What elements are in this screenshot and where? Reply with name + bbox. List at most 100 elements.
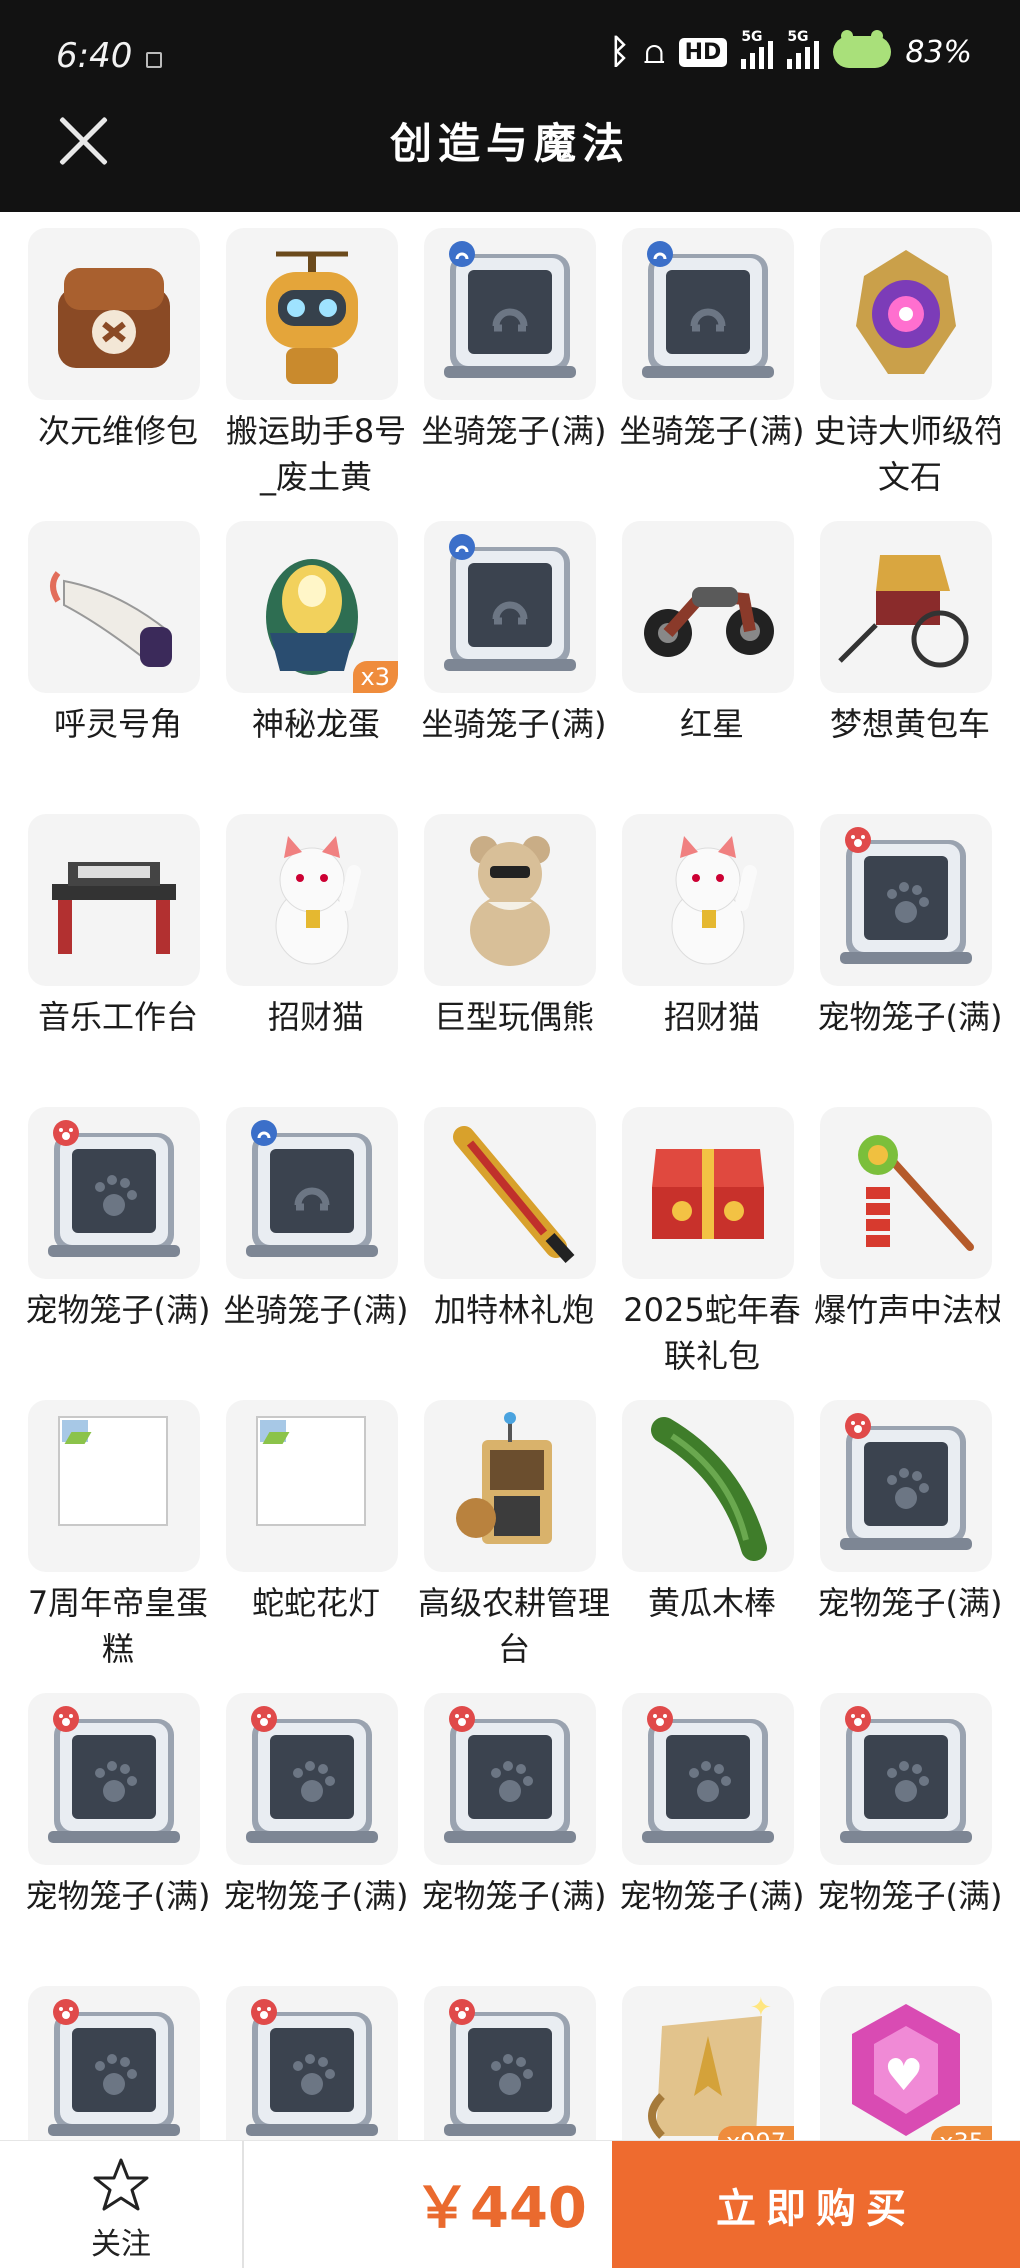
item-name: 坐骑笼子(满) xyxy=(421,705,607,743)
music-desk-icon xyxy=(28,814,200,986)
item-card[interactable]: 招财猫 xyxy=(614,798,812,1091)
item-card[interactable]: 招财猫 xyxy=(218,798,416,1091)
item-name: 宠物笼子(满) xyxy=(817,998,1001,1036)
pet-cage-icon xyxy=(820,1693,992,1865)
item-name: 招财猫 xyxy=(267,998,364,1036)
item-card[interactable]: 宠物笼子(满) xyxy=(812,1384,1000,1677)
item-card[interactable]: 爆竹声中法杖 xyxy=(812,1091,1000,1384)
item-card[interactable]: 坐骑笼子(满) xyxy=(416,212,614,505)
status-time: 6:40 xyxy=(56,36,133,76)
gift-box-icon xyxy=(622,1107,794,1279)
item-name: 招财猫 xyxy=(663,998,760,1036)
item-name: 坐骑笼子(满) xyxy=(421,412,607,450)
pet-cage-icon xyxy=(820,1400,992,1572)
pet-cage-icon xyxy=(424,1693,596,1865)
item-name: 蛇蛇花灯 xyxy=(251,1584,380,1622)
mount-cage-icon xyxy=(622,228,794,400)
item-card[interactable] xyxy=(416,1970,614,2140)
pet-cage-icon xyxy=(226,1986,398,2140)
quantity-badge: x3 xyxy=(352,661,398,693)
rickshaw-icon xyxy=(820,521,992,693)
item-name: 7周年帝皇蛋糕 xyxy=(27,1584,209,1668)
top-bar: 6:40 ᛒ ⩍ HD 5G 5G 83% 创造与魔法 xyxy=(0,0,1020,212)
item-card[interactable]: 搬运助手8号_废土黄 xyxy=(218,212,416,505)
net-label-2: 5G xyxy=(787,29,809,45)
broken-image-icon xyxy=(226,1400,398,1572)
salute-cannon-icon xyxy=(424,1107,596,1279)
pet-cage-icon xyxy=(424,1986,596,2140)
divider xyxy=(242,2141,244,2268)
item-name: 黄瓜木棒 xyxy=(647,1584,776,1622)
item-name: 史诗大师级符文石 xyxy=(813,412,1000,496)
item-card[interactable]: 音乐工作台 xyxy=(20,798,218,1091)
item-card[interactable]: 黄瓜木棒 xyxy=(614,1384,812,1677)
farm-console-icon xyxy=(424,1400,596,1572)
item-grid: 次元维修包 搬运助手8号_废土黄 坐骑笼子(满) 坐骑笼子(满) 史诗大师级符文石 呼灵号… xyxy=(20,212,1000,2140)
earbuds-icon: ⩍ xyxy=(643,32,665,71)
repair-bag-icon xyxy=(28,228,200,400)
item-name: 加特林礼炮 xyxy=(433,1291,594,1329)
dragon-egg-icon: x3 xyxy=(226,521,398,693)
mount-cage-icon xyxy=(424,521,596,693)
item-card[interactable]: 呼灵号角 xyxy=(20,505,218,798)
item-card[interactable]: 高级农耕管理台 xyxy=(416,1384,614,1677)
item-card[interactable]: 宠物笼子(满) xyxy=(416,1677,614,1970)
item-card[interactable]: 加特林礼炮 xyxy=(416,1091,614,1384)
item-card[interactable]: 次元维修包 xyxy=(20,212,218,505)
horn-icon xyxy=(28,521,200,693)
item-card[interactable] xyxy=(218,1970,416,2140)
item-card[interactable]: 梦想黄包车 xyxy=(812,505,1000,798)
item-name: 巨型玩偶熊 xyxy=(433,998,594,1036)
item-name: 宠物笼子(满) xyxy=(25,1877,211,1915)
rune-stone-icon xyxy=(820,228,992,400)
signal-icon-2: 5G xyxy=(787,29,820,69)
item-name: 神秘龙蛋 xyxy=(251,705,380,743)
item-card[interactable]: 宠物笼子(满) xyxy=(20,1091,218,1384)
net-label: 5G xyxy=(741,29,763,45)
item-name: 呼灵号角 xyxy=(53,705,182,743)
item-name: 爆竹声中法杖 xyxy=(813,1291,1000,1329)
pet-cage-icon xyxy=(28,1107,200,1279)
item-card[interactable]: 宠物笼子(满) xyxy=(812,798,1000,1091)
item-card[interactable]: 宠物笼子(满) xyxy=(20,1677,218,1970)
gem-icon: ♥ x35 xyxy=(820,1986,992,2140)
pet-cage-icon xyxy=(622,1693,794,1865)
item-card[interactable]: 红星 xyxy=(614,505,812,798)
broken-image-icon xyxy=(28,1400,200,1572)
item-card[interactable]: 史诗大师级符文石 xyxy=(812,212,1000,505)
item-card[interactable]: ♥ x35 xyxy=(812,1970,1000,2140)
item-card[interactable]: 宠物笼子(满) xyxy=(812,1677,1000,1970)
item-name: 音乐工作台 xyxy=(37,998,198,1036)
svg-text:♥: ♥ xyxy=(884,2050,923,2101)
lucky-cat-icon xyxy=(622,814,794,986)
pet-cage-icon xyxy=(820,814,992,986)
item-card[interactable]: 宠物笼子(满) xyxy=(614,1677,812,1970)
quantity-badge: x35 xyxy=(931,2126,992,2140)
cucumber-icon xyxy=(622,1400,794,1572)
item-name: 宠物笼子(满) xyxy=(619,1877,805,1915)
motorcycle-icon xyxy=(622,521,794,693)
item-card[interactable]: 宠物笼子(满) xyxy=(218,1677,416,1970)
item-name: 高级农耕管理台 xyxy=(417,1584,610,1668)
item-name: 次元维修包 xyxy=(37,412,198,450)
item-card[interactable]: 2025蛇年春联礼包 xyxy=(614,1091,812,1384)
item-card[interactable]: 7周年帝皇蛋糕 xyxy=(20,1384,218,1677)
item-card[interactable]: 巨型玩偶熊 xyxy=(416,798,614,1091)
item-card[interactable]: ✦ x997 xyxy=(614,1970,812,2140)
hd-badge: HD xyxy=(678,37,728,67)
pet-cage-icon xyxy=(226,1693,398,1865)
firecracker-staff-icon xyxy=(820,1107,992,1279)
item-name: 搬运助手8号_废土黄 xyxy=(225,412,407,496)
item-card[interactable]: 坐骑笼子(满) xyxy=(218,1091,416,1384)
bottom-bar: 关注 ￥440 立即购买 xyxy=(0,2140,1020,2268)
item-name: 红星 xyxy=(679,705,744,743)
item-card[interactable]: 坐骑笼子(满) xyxy=(614,212,812,505)
item-card[interactable]: 蛇蛇花灯 xyxy=(218,1384,416,1677)
price: ￥440 xyxy=(414,2176,587,2241)
buy-now-button[interactable]: 立即购买 xyxy=(612,2141,1020,2268)
item-card[interactable]: 坐骑笼子(满) xyxy=(416,505,614,798)
scroll-icon: ✦ x997 xyxy=(622,1986,794,2140)
item-card[interactable]: x3 神秘龙蛋 xyxy=(218,505,416,798)
follow-button[interactable]: 关注 xyxy=(0,2141,242,2268)
item-card[interactable] xyxy=(20,1970,218,2140)
